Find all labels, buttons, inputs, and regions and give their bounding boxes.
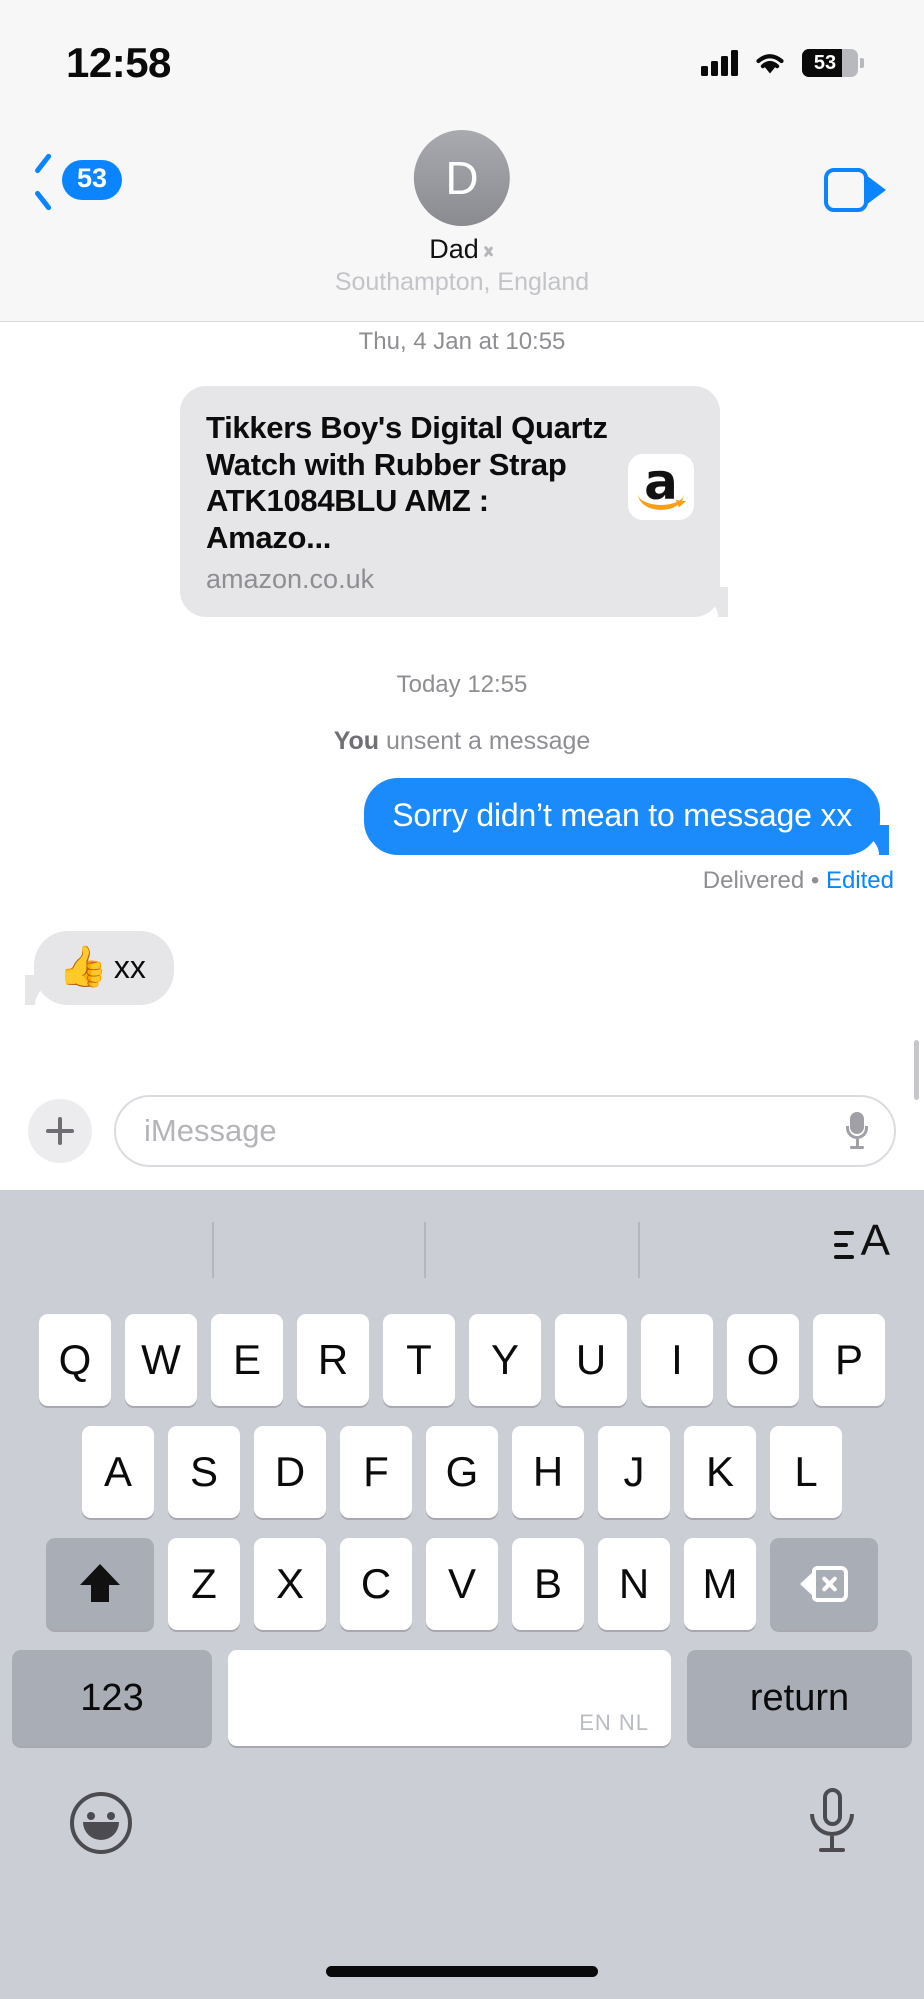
keyboard-row-4: 123 EN NL return [0, 1650, 924, 1746]
facetime-button[interactable] [824, 168, 886, 212]
link-preview-content: Tikkers Boy's Digital Quartz Watch with … [206, 410, 694, 556]
sent-message-bubble[interactable]: Sorry didn’t mean to message xx [364, 778, 880, 856]
plus-icon[interactable] [28, 1099, 92, 1163]
key-o[interactable]: O [727, 1314, 799, 1406]
delivery-status-row: Delivered • Edited [0, 855, 924, 895]
key-q[interactable]: Q [39, 1314, 111, 1406]
predictive-divider [638, 1222, 640, 1278]
formatting-letter: A [860, 1216, 890, 1265]
conversation-header: 53 D Dad Southampton, England [0, 110, 924, 322]
contact-name-row: Dad [429, 234, 495, 265]
key-g[interactable]: G [426, 1426, 498, 1518]
backspace-icon [800, 1566, 848, 1602]
key-s[interactable]: S [168, 1426, 240, 1518]
keyboard-row-3: ZXCVBNM [0, 1538, 924, 1630]
emoji-smiley-icon[interactable] [70, 1792, 132, 1854]
unsent-message-note: You unsent a message [0, 727, 924, 756]
text-formatting-icon[interactable]: A [834, 1216, 890, 1269]
key-j[interactable]: J [598, 1426, 670, 1518]
imessage-conversation-screen: Thu, 4 Jan at 10:55 Tikkers Boy's Digita… [0, 0, 924, 1999]
contact-header-button[interactable]: D Dad Southampton, England [335, 130, 589, 297]
unread-count-badge: 53 [62, 160, 123, 200]
status-separator: • [810, 867, 820, 895]
message-input-field[interactable]: iMessage [114, 1095, 896, 1167]
unsent-text: unsent a message [379, 727, 591, 756]
key-l[interactable]: L [770, 1426, 842, 1518]
message-row-sent: Sorry didn’t mean to message xx [0, 756, 924, 856]
shift-key[interactable] [46, 1538, 154, 1630]
key-i[interactable]: I [641, 1314, 713, 1406]
battery-icon: 53 [802, 49, 864, 77]
contact-location-label: Southampton, England [334, 268, 590, 296]
key-n[interactable]: N [598, 1538, 670, 1630]
key-e[interactable]: E [211, 1314, 283, 1406]
keyboard-bottom-row [0, 1766, 924, 1858]
predictive-divider [212, 1222, 214, 1278]
key-c[interactable]: C [340, 1538, 412, 1630]
delivered-label: Delivered [702, 867, 805, 895]
cellular-signal-icon [701, 50, 738, 76]
key-u[interactable]: U [555, 1314, 627, 1406]
message-input-placeholder: iMessage [144, 1113, 277, 1148]
predictive-divider [424, 1222, 426, 1278]
chevron-right-icon [485, 241, 495, 259]
received-message-bubble[interactable]: 👍 xx [34, 931, 174, 1006]
message-row-received: 👍 xx [0, 895, 924, 1006]
key-x[interactable]: X [254, 1538, 326, 1630]
dictation-microphone-icon[interactable] [810, 1788, 854, 1858]
back-button[interactable]: 53 [34, 160, 123, 200]
key-v[interactable]: V [426, 1538, 498, 1630]
thumbs-up-emoji: 👍 [58, 945, 108, 990]
video-camera-icon [824, 168, 868, 212]
microphone-icon[interactable] [846, 1112, 868, 1150]
key-b[interactable]: B [512, 1538, 584, 1630]
message-row-link-preview: Tikkers Boy's Digital Quartz Watch with … [0, 364, 924, 618]
video-camera-lens [866, 175, 886, 205]
contact-name: Dad [429, 234, 479, 264]
status-bar: 12:58 53 [0, 0, 924, 110]
thread-timestamp-divider: Thu, 4 Jan at 10:55 [358, 328, 566, 355]
avatar: D [413, 130, 510, 226]
key-y[interactable]: Y [469, 1314, 541, 1406]
link-preview-domain: amazon.co.uk [206, 564, 375, 595]
status-bar-clock: 12:58 [66, 39, 171, 86]
key-k[interactable]: K [684, 1426, 756, 1518]
keyboard-row-1: QWERTYUIOP [0, 1314, 924, 1406]
key-m[interactable]: M [684, 1538, 756, 1630]
unsent-subject: You [333, 727, 380, 756]
numbers-key[interactable]: 123 [12, 1650, 212, 1746]
on-screen-keyboard: A QWERTYUIOP ASDFGHJKL ZXCVBNM 123 EN NL… [0, 1190, 924, 1999]
link-preview-bubble[interactable]: Tikkers Boy's Digital Quartz Watch with … [180, 386, 720, 618]
space-language-label: EN NL [579, 1710, 649, 1735]
key-w[interactable]: W [125, 1314, 197, 1406]
space-key[interactable]: EN NL [228, 1650, 671, 1746]
battery-percent-label: 53 [813, 51, 837, 74]
thread-scrollbar[interactable] [914, 1040, 919, 1100]
key-f[interactable]: F [340, 1426, 412, 1518]
key-h[interactable]: H [512, 1426, 584, 1518]
key-p[interactable]: P [813, 1314, 885, 1406]
home-indicator [326, 1966, 598, 1977]
edited-label[interactable]: Edited [826, 867, 894, 894]
today-timestamp-divider: Today 12:55 [396, 671, 528, 699]
key-a[interactable]: A [82, 1426, 154, 1518]
received-message-text: xx [113, 948, 146, 985]
battery-cap [860, 58, 864, 68]
return-key[interactable]: return [687, 1650, 912, 1746]
key-d[interactable]: D [254, 1426, 326, 1518]
chevron-left-icon [34, 161, 56, 199]
amazon-logo-icon: a [628, 454, 694, 520]
status-bar-indicators: 53 [701, 33, 864, 77]
backspace-key[interactable] [770, 1538, 878, 1630]
key-r[interactable]: R [297, 1314, 369, 1406]
key-z[interactable]: Z [168, 1538, 240, 1630]
key-t[interactable]: T [383, 1314, 455, 1406]
link-preview-title: Tikkers Boy's Digital Quartz Watch with … [206, 410, 608, 555]
avatar-initial: D [445, 152, 479, 204]
keyboard-row-2: ASDFGHJKL [0, 1426, 924, 1518]
message-input-bar: iMessage [0, 1072, 924, 1190]
shift-arrow-icon [80, 1564, 120, 1604]
wifi-icon [756, 54, 784, 74]
predictive-text-bar: A [0, 1190, 924, 1300]
